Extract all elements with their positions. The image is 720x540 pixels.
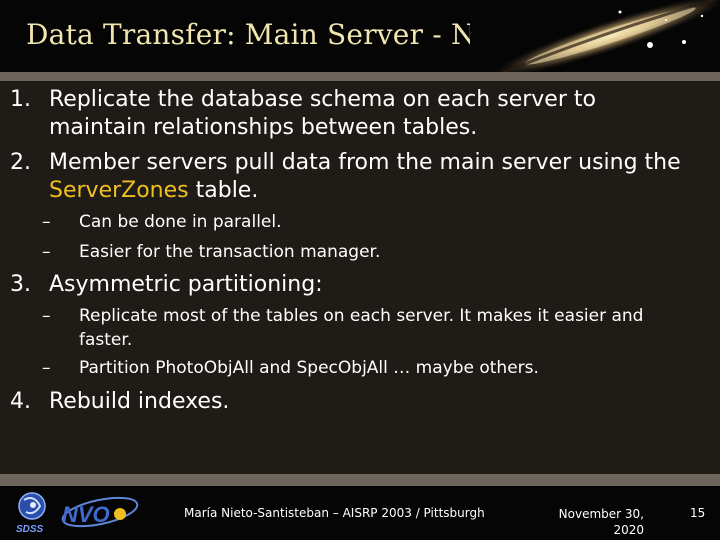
svg-text:SDSS: SDSS (16, 524, 44, 535)
item-text: Replicate the database schema on each se… (49, 87, 596, 140)
sub-item-text: Easier for the transaction manager. (79, 242, 381, 262)
galaxy-image (470, 0, 720, 72)
item-text: Member servers pull data from the main s… (49, 149, 689, 205)
footer-author: María Nieto-Santisteban – AISRP 2003 / P… (184, 506, 485, 520)
item-number: 3. (10, 272, 31, 297)
item-number: 4. (10, 389, 31, 414)
item-text: Rebuild indexes. (49, 389, 230, 414)
header: Data Transfer: Main Server - Nodes (0, 0, 720, 72)
item-number: 1. (10, 87, 31, 112)
item-text-part: table. (188, 178, 259, 203)
item-number: 2. (10, 150, 31, 175)
nvo-logo: NVO (61, 496, 139, 528)
footer: SDSS NVO María Nieto-Santisteban – AISRP… (0, 486, 720, 540)
sub-item-dash: – (42, 212, 51, 232)
sub-item-dash: – (42, 306, 51, 326)
sub-item-dash: – (42, 358, 51, 378)
highlight-term: ServerZones (49, 178, 189, 203)
sub-item-text: Partition PhotoObjAll and SpecObjAll … m… (79, 358, 539, 378)
sdss-nvo-logos: SDSS NVO (16, 492, 139, 535)
sdss-logo: SDSS (16, 492, 46, 535)
svg-text:NVO: NVO (62, 502, 110, 527)
footer-divider (0, 474, 720, 486)
item-text: Asymmetric partitioning: (49, 272, 323, 297)
sub-item-text: Can be done in parallel. (79, 212, 282, 232)
slide-title: Data Transfer: Main Server - Nodes (26, 18, 543, 51)
footer-date: November 30, 2020 (558, 507, 644, 537)
sub-item-text: Replicate most of the tables on each ser… (79, 306, 644, 350)
sub-item-dash: – (42, 242, 51, 262)
page-number: 15 (690, 506, 706, 520)
slide: Data Transfer: Main Server - Nodes 1. Re… (0, 0, 720, 540)
item-text-part: Member servers pull data from the main s… (49, 150, 681, 175)
header-divider (0, 72, 720, 81)
